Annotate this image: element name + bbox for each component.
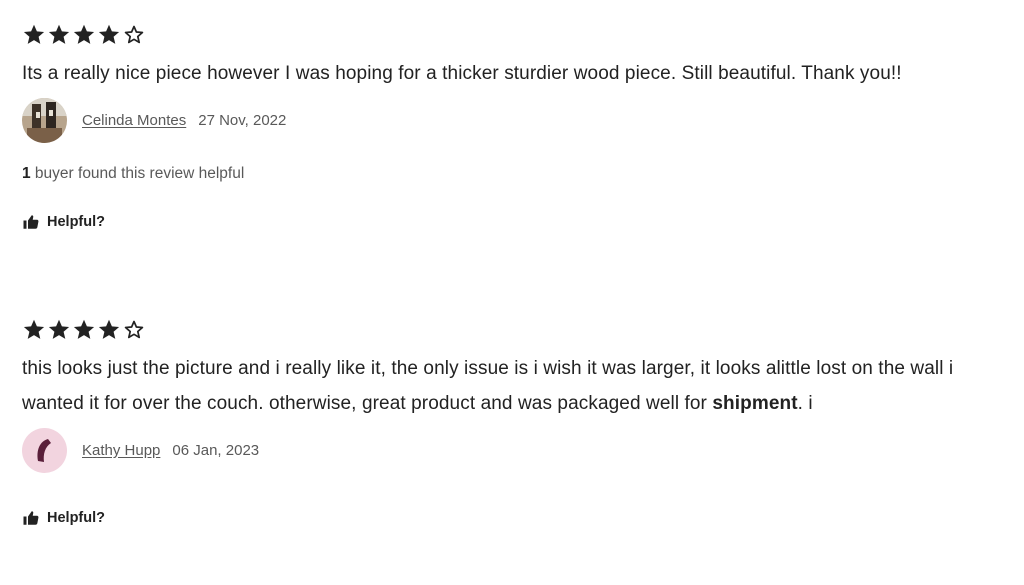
reviewer-name-link[interactable]: Celinda Montes: [82, 112, 186, 129]
star-rating: [22, 22, 982, 48]
reviewer-name-link[interactable]: Kathy Hupp: [82, 442, 160, 459]
star-filled-icon: [72, 23, 96, 47]
review-text-bold: shipment: [712, 393, 798, 414]
thumbs-up-icon: [22, 509, 40, 527]
helpful-count-number: 1: [22, 165, 31, 182]
reviewer-avatar[interactable]: [22, 427, 67, 473]
review-card: this looks just the picture and i really…: [22, 317, 982, 527]
star-outline-icon: [122, 23, 146, 47]
review-text: this looks just the picture and i really…: [22, 351, 982, 421]
helpful-count-text: 1 buyer found this review helpful: [22, 165, 982, 183]
review-text-tail: . i: [797, 393, 813, 414]
star-filled-icon: [47, 23, 71, 47]
review-date: 06 Jan, 2023: [172, 441, 260, 459]
helpful-button[interactable]: Helpful?: [22, 509, 132, 527]
reviewer-avatar[interactable]: [22, 97, 67, 143]
review-date: 27 Nov, 2022: [198, 111, 287, 129]
star-filled-icon: [97, 318, 121, 342]
star-filled-icon: [97, 23, 121, 47]
star-filled-icon: [47, 318, 71, 342]
star-rating: [22, 317, 982, 343]
review-card: Its a really nice piece however I was ho…: [22, 22, 982, 231]
helpful-count-label: buyer found this review helpful: [30, 165, 245, 182]
star-filled-icon: [72, 318, 96, 342]
review-text-main: this looks just the picture and i really…: [22, 358, 954, 414]
thumbs-up-icon: [22, 213, 40, 231]
star-filled-icon: [22, 318, 46, 342]
review-meta: Kathy Hupp 06 Jan, 2023: [22, 427, 982, 473]
review-meta: Celinda Montes 27 Nov, 2022: [22, 97, 982, 143]
helpful-button[interactable]: Helpful?: [22, 213, 132, 231]
star-filled-icon: [22, 23, 46, 47]
star-outline-icon: [122, 318, 146, 342]
helpful-button-label: Helpful?: [47, 214, 105, 230]
review-text: Its a really nice piece however I was ho…: [22, 63, 902, 84]
helpful-button-label: Helpful?: [47, 510, 105, 526]
